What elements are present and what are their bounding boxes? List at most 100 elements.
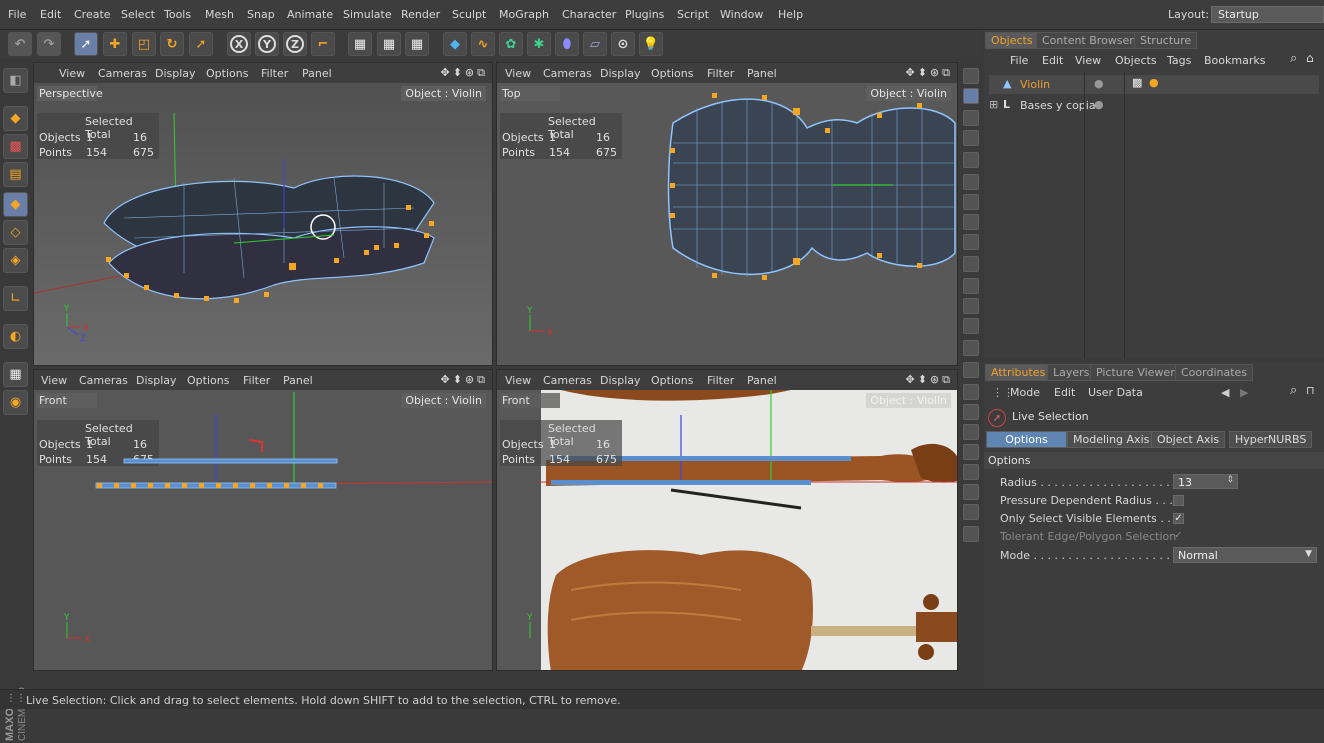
- make-editable-icon[interactable]: ◧: [3, 68, 28, 93]
- pressure-radius-checkbox[interactable]: [1173, 495, 1184, 506]
- strip-tool-icon[interactable]: [963, 404, 979, 420]
- strip-tool-icon[interactable]: [963, 278, 979, 294]
- tab-coordinates[interactable]: Coordinates: [1175, 364, 1254, 381]
- x-axis-lock-icon[interactable]: X: [227, 32, 251, 56]
- edges-mode-icon[interactable]: ◇: [3, 220, 28, 245]
- strip-tool-icon[interactable]: [963, 504, 979, 520]
- floor-icon[interactable]: ▱: [583, 32, 607, 56]
- obj-menu-view[interactable]: View: [1075, 54, 1101, 67]
- deformer-icon[interactable]: ⬮: [555, 32, 579, 56]
- back-arrow-icon[interactable]: ◀: [1221, 386, 1229, 399]
- tab-structure[interactable]: Structure: [1134, 32, 1198, 49]
- strip-tool-icon[interactable]: [963, 68, 979, 84]
- live-selection-icon[interactable]: ➚: [74, 32, 98, 56]
- vp-menu-cameras[interactable]: Cameras: [543, 374, 592, 387]
- strip-tool-icon[interactable]: [963, 194, 979, 210]
- tab-objects[interactable]: Objects: [985, 32, 1039, 49]
- viewport-top[interactable]: View Cameras Display Options Filter Pane…: [496, 62, 958, 366]
- viewport-front[interactable]: View Cameras Display Options Filter Pane…: [33, 369, 493, 671]
- tab-content-browser[interactable]: Content Browser: [1036, 32, 1140, 49]
- menu-character[interactable]: Character: [562, 8, 616, 21]
- menu-snap[interactable]: Snap: [247, 8, 275, 21]
- menu-edit[interactable]: Edit: [40, 8, 61, 21]
- vp-menu-panel[interactable]: Panel: [747, 374, 777, 387]
- obj-menu-file[interactable]: File: [1010, 54, 1028, 67]
- texture-mode-icon[interactable]: ▩: [3, 134, 28, 159]
- strip-tool-icon[interactable]: [963, 234, 979, 250]
- menu-script[interactable]: Script: [677, 8, 709, 21]
- menu-sculpt[interactable]: Sculpt: [452, 8, 486, 21]
- menu-mesh[interactable]: Mesh: [205, 8, 234, 21]
- lock-icon[interactable]: ⊓: [1306, 384, 1315, 397]
- home-icon[interactable]: ⌂: [1306, 51, 1314, 65]
- expand-icon[interactable]: ⊞: [989, 98, 998, 111]
- obj-menu-tags[interactable]: Tags: [1167, 54, 1191, 67]
- object-row-violin[interactable]: ▲ Violin ● ▩ ●: [989, 75, 1319, 94]
- snap-icon[interactable]: ◐: [3, 324, 28, 349]
- radius-input[interactable]: 13 ⇕: [1173, 474, 1238, 489]
- mode-select[interactable]: Normal ▼: [1173, 547, 1317, 563]
- scale-icon[interactable]: ◰: [132, 32, 156, 56]
- viewport-front-reference[interactable]: View Cameras Display Options Filter Pane…: [496, 369, 958, 671]
- menu-render[interactable]: Render: [401, 8, 440, 21]
- layout-select[interactable]: Startup: [1211, 6, 1324, 23]
- strip-tool-icon[interactable]: [963, 152, 979, 168]
- viewport-nav-icons[interactable]: ✥⬍⊛⧉: [905, 373, 953, 387]
- strip-tool-icon[interactable]: [963, 88, 979, 104]
- tab-layers[interactable]: Layers: [1047, 364, 1096, 381]
- viewport-perspective[interactable]: View Cameras Display Options Filter Pane…: [33, 62, 493, 366]
- rotate-icon[interactable]: ↻: [160, 32, 184, 56]
- move-icon[interactable]: ✚: [103, 32, 127, 56]
- strip-tool-icon[interactable]: [963, 318, 979, 334]
- render-view-icon[interactable]: ▦: [348, 32, 372, 56]
- menu-file[interactable]: File: [8, 8, 26, 21]
- render-settings-icon[interactable]: ▦: [405, 32, 429, 56]
- subtab-object-axis[interactable]: Object Axis: [1151, 431, 1226, 448]
- menu-window[interactable]: Window: [720, 8, 763, 21]
- menu-mograph[interactable]: MoGraph: [499, 8, 549, 21]
- strip-tool-icon[interactable]: [963, 130, 979, 146]
- search-icon[interactable]: ⌕: [1290, 383, 1297, 398]
- tab-attributes[interactable]: Attributes: [985, 364, 1052, 381]
- light-icon[interactable]: 💡: [639, 32, 663, 56]
- recent-tool-icon[interactable]: ➚: [189, 32, 213, 56]
- attr-menu-mode[interactable]: Mode: [1010, 386, 1040, 399]
- only-visible-checkbox[interactable]: ✓: [1173, 513, 1184, 524]
- y-axis-lock-icon[interactable]: Y: [255, 32, 279, 56]
- undo-icon[interactable]: ↶: [8, 32, 32, 56]
- menu-create[interactable]: Create: [74, 8, 111, 21]
- z-axis-lock-icon[interactable]: Z: [283, 32, 307, 56]
- strip-tool-icon[interactable]: [963, 444, 979, 460]
- model-mode-icon[interactable]: ◆: [3, 106, 28, 131]
- object-name[interactable]: Violin: [1020, 78, 1050, 91]
- texture-tag-icon[interactable]: ▩: [1132, 76, 1142, 89]
- nurbs-icon[interactable]: ✿: [499, 32, 523, 56]
- phong-tag-icon[interactable]: ●: [1149, 76, 1159, 89]
- subtab-hypernurbs[interactable]: HyperNURBS: [1229, 431, 1313, 448]
- tweak-mode-icon[interactable]: ▦: [3, 362, 28, 387]
- vp-menu-view[interactable]: View: [505, 374, 531, 387]
- strip-tool-icon[interactable]: [963, 384, 979, 400]
- workplane-icon[interactable]: ▤: [3, 162, 28, 187]
- strip-tool-icon[interactable]: [963, 298, 979, 314]
- vp-menu-display[interactable]: Display: [600, 374, 641, 387]
- strip-tool-icon[interactable]: [963, 484, 979, 500]
- object-row-bases[interactable]: ⊞ L Bases y copia ●: [989, 96, 1319, 115]
- subtab-options[interactable]: Options: [986, 431, 1067, 448]
- sculpt-icon[interactable]: ◉: [3, 390, 28, 415]
- forward-arrow-icon[interactable]: ▶: [1240, 386, 1248, 399]
- menu-plugins[interactable]: Plugins: [625, 8, 664, 21]
- visibility-dots-icon[interactable]: ●: [1094, 77, 1104, 90]
- subtab-modeling-axis[interactable]: Modeling Axis: [1067, 431, 1156, 448]
- strip-tool-icon[interactable]: [963, 464, 979, 480]
- tolerant-selection-checkbox[interactable]: ✓: [1173, 531, 1184, 542]
- menu-animate[interactable]: Animate: [287, 8, 333, 21]
- stepper-icon[interactable]: ⇕: [1226, 475, 1234, 485]
- vp-menu-filter[interactable]: Filter: [707, 374, 734, 387]
- array-icon[interactable]: ✱: [527, 32, 551, 56]
- cube-primitive-icon[interactable]: ◆: [443, 32, 467, 56]
- vp-menu-options[interactable]: Options: [651, 374, 693, 387]
- menu-simulate[interactable]: Simulate: [343, 8, 392, 21]
- redo-icon[interactable]: ↷: [37, 32, 61, 56]
- menu-help[interactable]: Help: [778, 8, 803, 21]
